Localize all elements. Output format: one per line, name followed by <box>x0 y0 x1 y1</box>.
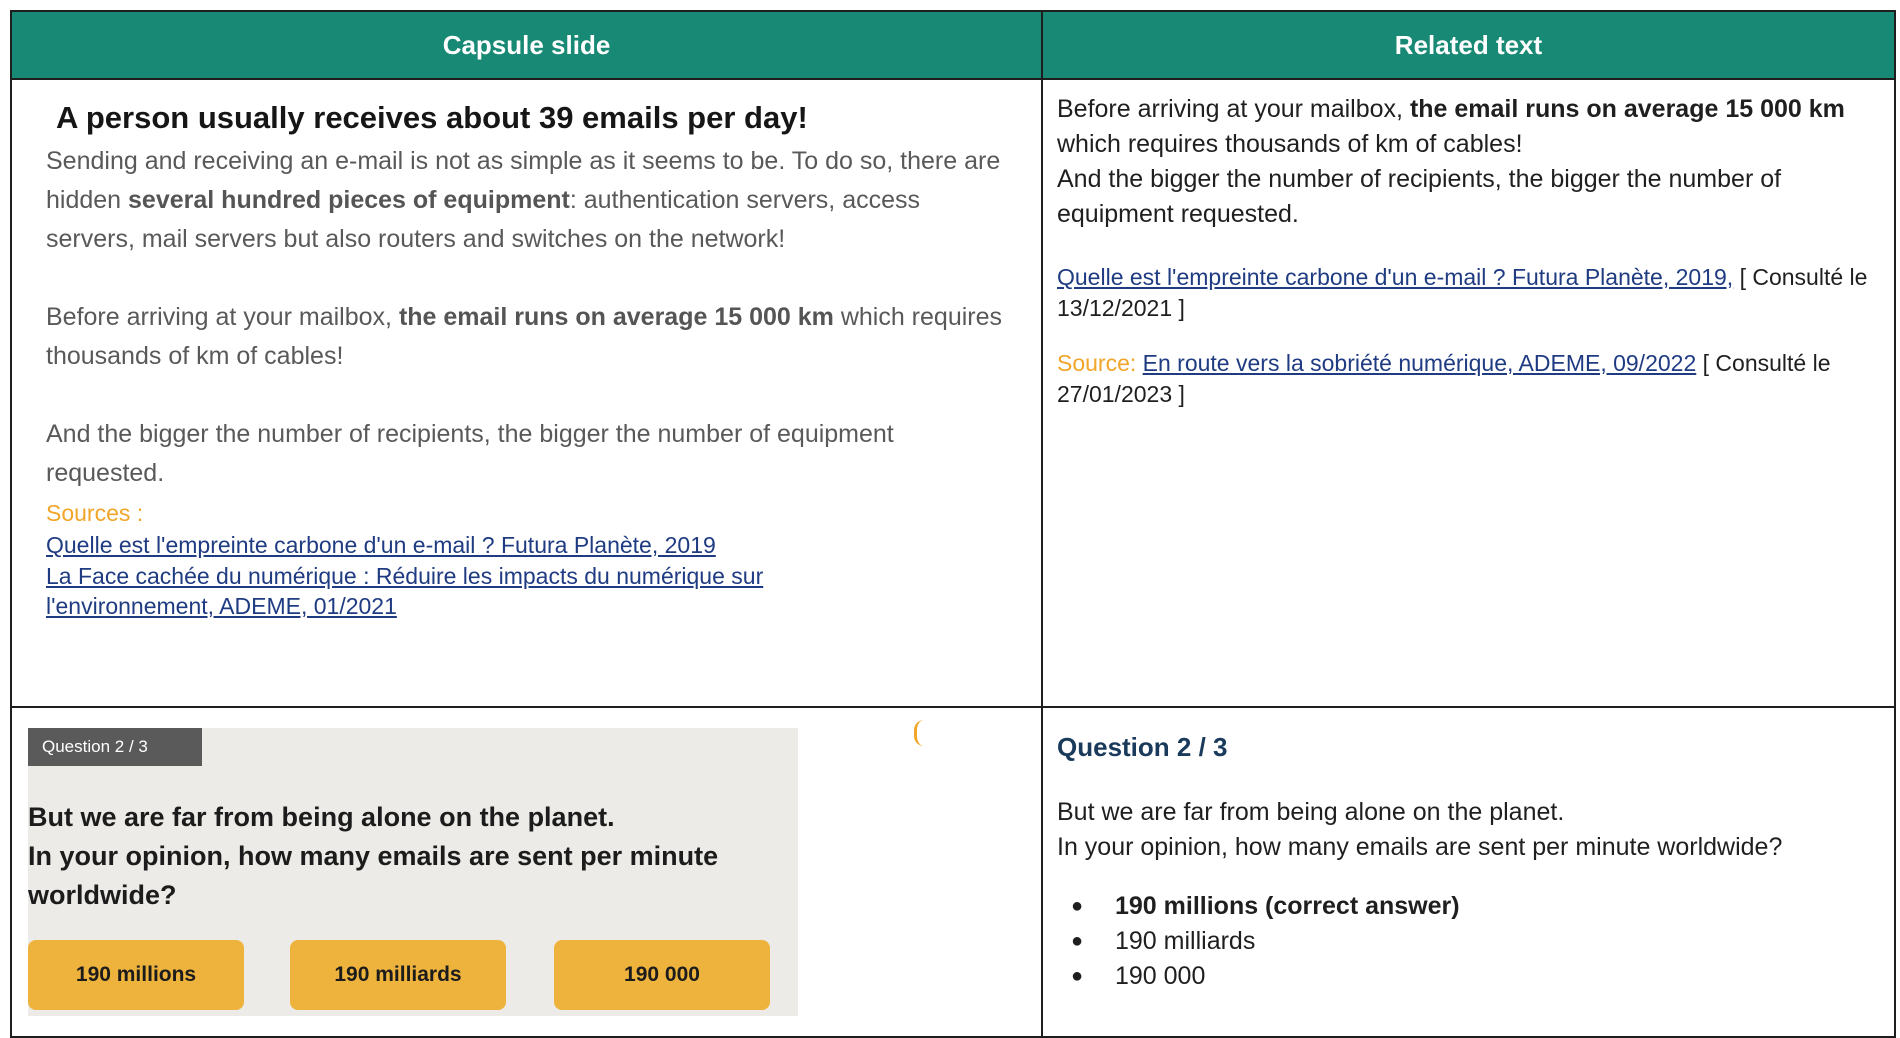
reference-1: Quelle est l'empreinte carbone d'un e-ma… <box>1057 264 1868 321</box>
source-link-futura[interactable]: Quelle est l'empreinte carbone d'un e-ma… <box>46 529 1007 561</box>
question-line-2: In your opinion, how many emails are sen… <box>1057 833 1783 861</box>
orange-bracket-mark <box>914 720 924 746</box>
reference-2: Source: En route vers la sobriété numéri… <box>1057 350 1831 407</box>
table-row: Question 2 / 3 But we are far from being… <box>12 708 1896 1038</box>
header-related-text: Related text <box>1043 12 1896 80</box>
related-paragraph-1: Before arriving at your mailbox, the ema… <box>1057 95 1845 158</box>
answer-button-1[interactable]: 190 millions <box>28 940 244 1010</box>
slide-cell: A person usually receives about 39 email… <box>12 80 1043 746</box>
list-item: 190 millions (correct answer) <box>1071 889 1880 924</box>
slide-paragraph-3: And the bigger the number of recipients,… <box>46 420 894 487</box>
slide-paragraph-2: Before arriving at your mailbox, the ema… <box>46 303 1003 370</box>
related-text-cell: Before arriving at your mailbox, the ema… <box>1043 80 1896 708</box>
answer-button-3[interactable]: 190 000 <box>554 940 770 1010</box>
header-capsule-slide: Capsule slide <box>12 12 1043 80</box>
source-link-ademe[interactable]: La Face cachée du numérique : Réduire le… <box>46 561 866 621</box>
reference-link-futura[interactable]: Quelle est l'empreinte carbone d'un e-ma… <box>1057 264 1733 290</box>
question-tag: Question 2 / 3 <box>28 728 202 766</box>
source-label: Source: <box>1057 350 1143 376</box>
question-title: Question 2 / 3 <box>1057 732 1228 762</box>
list-item: 190 000 <box>1071 959 1880 994</box>
slide-cell: Question 2 / 3 But we are far from being… <box>12 708 1043 1038</box>
slide-title: A person usually receives about 39 email… <box>56 100 808 135</box>
table-header-row: Capsule slide Related text <box>12 12 1896 80</box>
reference-link-ademe[interactable]: En route vers la sobriété numérique, ADE… <box>1143 350 1697 376</box>
capsule-slide-question: Question 2 / 3 But we are far from being… <box>28 728 798 1016</box>
related-paragraph-2: And the bigger the number of recipients,… <box>1057 165 1782 228</box>
question-line-1: But we are far from being alone on the p… <box>1057 798 1565 826</box>
table-row: A person usually receives about 39 email… <box>12 80 1896 746</box>
sources-label: Sources : <box>46 500 144 526</box>
slide-paragraph-1: Sending and receiving an e-mail is not a… <box>46 147 1001 253</box>
list-item: 190 milliards <box>1071 924 1880 959</box>
question-text: But we are far from being alone on the p… <box>28 802 719 910</box>
content-table: Capsule slide Related text A person usua… <box>10 10 1896 1038</box>
capsule-slide-1: A person usually receives about 39 email… <box>12 80 1041 746</box>
answer-button-2[interactable]: 190 milliards <box>290 940 506 1010</box>
related-text-cell: Question 2 / 3 But we are far from being… <box>1043 708 1896 1038</box>
answer-options-list: 190 millions (correct answer) 190 millia… <box>1057 889 1880 994</box>
